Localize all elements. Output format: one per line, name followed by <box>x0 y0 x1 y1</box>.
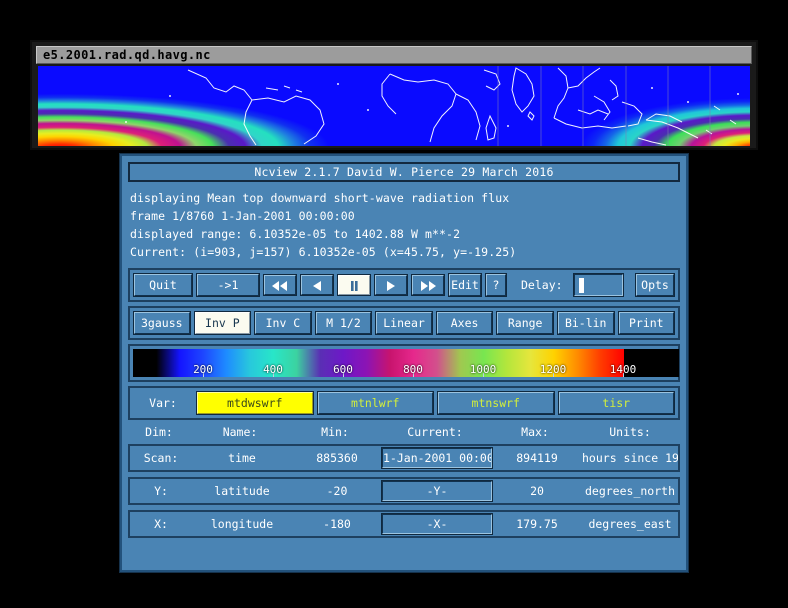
forward-fast-button[interactable] <box>411 274 445 296</box>
dim-units-time: hours since 1900-01-01 <box>582 451 678 465</box>
dim-min-time: 885360 <box>316 451 358 465</box>
colorbar-tick-label: 1200 <box>539 363 567 376</box>
variable-label: Var: <box>149 396 177 410</box>
colorbar-tick-label: 1400 <box>609 363 637 376</box>
help-button[interactable]: ? <box>485 273 507 297</box>
header-dim: Dim: <box>145 425 173 439</box>
magnification-button[interactable]: M 1/2 <box>314 311 373 335</box>
table-row: Scan: time 885360 1-Jan-2001 00:00:00 89… <box>128 444 680 472</box>
table-row: Y: latitude -20 -Y- 20 degrees_north <box>128 477 680 505</box>
colorbar-tick-label: 800 <box>403 363 423 376</box>
colorbar[interactable]: 200 400 600 800 1000 1200 1400 <box>133 349 679 377</box>
range-button[interactable]: Range <box>496 311 554 335</box>
table-row: X: longitude -180 -X- 179.75 degrees_eas… <box>128 510 680 538</box>
variable-button-mtnlwrf[interactable]: mtnlwrf <box>316 391 434 415</box>
rewind-fast-button[interactable] <box>263 274 297 296</box>
invert-colormap-button[interactable]: Inv C <box>254 311 312 335</box>
header-units: Units: <box>609 425 651 439</box>
quit-button[interactable]: Quit <box>133 273 193 297</box>
dim-min-longitude: -180 <box>323 517 351 531</box>
print-button[interactable]: Print <box>617 311 676 335</box>
ncview-control-panel: Ncview 2.1.7 David W. Pierce 29 March 20… <box>120 154 688 572</box>
dim-current-x-input[interactable]: -X- <box>381 513 493 535</box>
dim-name-time: time <box>228 451 256 465</box>
rewind-fast-icon <box>272 280 287 291</box>
scale-transform-button[interactable]: Linear <box>375 311 433 335</box>
rewind-button[interactable] <box>300 274 334 296</box>
map-image[interactable] <box>38 66 750 146</box>
dim-max-time: 894119 <box>516 451 558 465</box>
info-current: Current: (i=903, j=157) 6.10352e-05 (x=4… <box>130 245 517 259</box>
axes-button[interactable]: Axes <box>435 311 494 335</box>
dim-units-latitude: degrees_north <box>584 484 675 498</box>
dim-max-longitude: 179.75 <box>516 517 558 531</box>
goto-frame-one-button[interactable]: ->1 <box>196 273 260 297</box>
dim-label-x: X: <box>154 517 168 531</box>
display-options-row: 3gauss Inv P Inv C M 1/2 Linear Axes Ran… <box>128 306 680 340</box>
colorbar-tick-label: 400 <box>263 363 283 376</box>
delay-label: Delay: <box>521 278 563 292</box>
header-name: Name: <box>222 425 258 439</box>
rewind-icon <box>313 280 321 291</box>
screen: e5.2001.rad.qd.havg.nc Ncview 2.1.7 Davi… <box>0 0 788 608</box>
play-button[interactable] <box>374 274 408 296</box>
forward-fast-icon <box>421 280 436 291</box>
colormap-button[interactable]: 3gauss <box>133 311 191 335</box>
pause-button[interactable] <box>337 274 371 296</box>
colorbar-container: 200 400 600 800 1000 1200 1400 <box>128 344 680 382</box>
map-window-titlebar[interactable]: e5.2001.rad.qd.havg.nc <box>36 46 752 64</box>
colorbar-tick-label: 200 <box>193 363 213 376</box>
pause-icon <box>351 280 358 291</box>
dim-units-longitude: degrees_east <box>588 517 672 531</box>
colorbar-tick-label: 600 <box>333 363 353 376</box>
dim-min-latitude: -20 <box>326 484 348 498</box>
dim-label-scan: Scan: <box>143 451 179 465</box>
delay-input[interactable] <box>572 273 625 297</box>
variable-button-mtnswrf[interactable]: mtnswrf <box>437 391 555 415</box>
interpolation-button[interactable]: Bi-lin <box>556 311 615 335</box>
info-displaying: displaying Mean top downward short-wave … <box>130 191 510 205</box>
variable-row: Var: mtdwswrf mtnlwrf mtnswrf tisr <box>128 386 680 420</box>
edit-button[interactable]: Edit <box>448 273 482 297</box>
dim-current-y-input[interactable]: -Y- <box>381 480 493 502</box>
dim-table-header: Dim: Name: Min: Current: Max: Units: <box>128 425 680 439</box>
invert-physical-button[interactable]: Inv P <box>193 311 252 335</box>
header-current: Current: <box>407 425 463 439</box>
text-caret <box>578 278 584 293</box>
variable-button-tisr[interactable]: tisr <box>557 391 675 415</box>
map-window-title-text: e5.2001.rad.qd.havg.nc <box>43 48 211 62</box>
dim-current-time-input[interactable]: 1-Jan-2001 00:00:00 <box>381 447 493 469</box>
playback-controls-row: Quit ->1 Edit ? Delay: Opts <box>128 268 680 302</box>
info-range: displayed range: 6.10352e-05 to 1402.88 … <box>130 227 461 241</box>
map-window: e5.2001.rad.qd.havg.nc <box>30 40 758 150</box>
variable-button-mtdwswrf[interactable]: mtdwswrf <box>196 391 314 415</box>
panel-title-text: Ncview 2.1.7 David W. Pierce 29 March 20… <box>254 165 554 179</box>
header-min: Min: <box>321 425 349 439</box>
dim-name-longitude: longitude <box>210 517 274 531</box>
colorbar-tick-label: 1000 <box>469 363 497 376</box>
dim-max-latitude: 20 <box>530 484 544 498</box>
dim-label-y: Y: <box>154 484 168 498</box>
info-lines: displaying Mean top downward short-wave … <box>122 182 686 264</box>
opts-button[interactable]: Opts <box>635 273 675 297</box>
dim-name-latitude: latitude <box>214 484 270 498</box>
info-frame: frame 1/8760 1-Jan-2001 00:00:00 <box>130 209 355 223</box>
panel-titlebar: Ncview 2.1.7 David W. Pierce 29 March 20… <box>128 162 680 182</box>
play-icon <box>387 280 395 291</box>
header-max: Max: <box>521 425 549 439</box>
